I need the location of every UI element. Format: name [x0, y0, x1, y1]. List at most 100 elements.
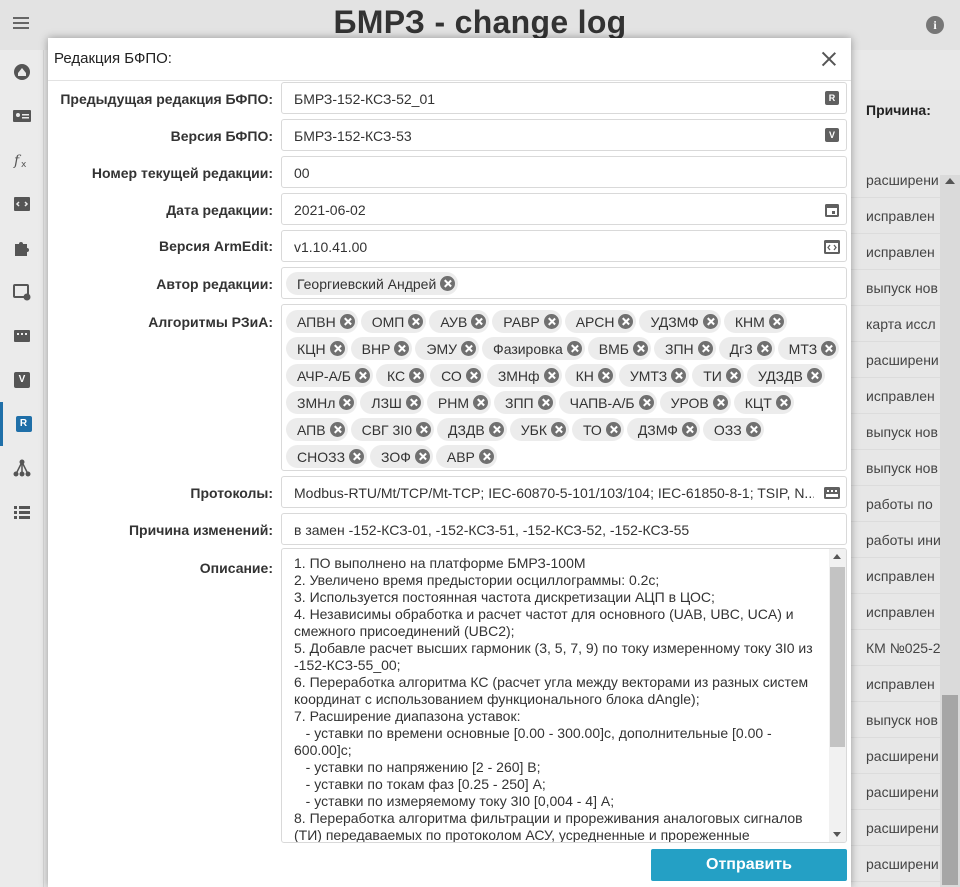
- remove-chip-icon[interactable]: [543, 314, 559, 329]
- version-field[interactable]: БМРЗ-152-КСЗ-53 V: [281, 119, 847, 151]
- remove-chip-icon[interactable]: [339, 395, 355, 410]
- table-row[interactable]: исправлен: [850, 666, 942, 702]
- code-window-icon[interactable]: [823, 239, 841, 255]
- remove-chip-icon[interactable]: [440, 276, 456, 291]
- remove-chip-icon[interactable]: [394, 341, 410, 356]
- remove-chip-icon[interactable]: [405, 395, 421, 410]
- scroll-up-icon[interactable]: [833, 554, 841, 559]
- background-scrollbar[interactable]: [940, 175, 960, 887]
- scroll-up-icon[interactable]: [945, 178, 955, 184]
- remove-chip-icon[interactable]: [566, 341, 582, 356]
- remove-chip-icon[interactable]: [712, 395, 728, 410]
- remove-chip-icon[interactable]: [329, 422, 345, 437]
- remove-chip-icon[interactable]: [473, 395, 489, 410]
- table-row[interactable]: выпуск нов: [850, 414, 942, 450]
- table-row[interactable]: работы ини: [850, 522, 942, 558]
- puzzle-icon[interactable]: [0, 226, 44, 270]
- scroll-down-icon[interactable]: [833, 832, 841, 837]
- chip-label: ДгЗ: [729, 340, 753, 357]
- table-row[interactable]: исправлен: [850, 558, 942, 594]
- algorithms-field[interactable]: АПВН ОМП АУВ РАВР АРСН УДЗМФ КНМ КЦН ВНР ЭМУ Фазир…: [281, 304, 847, 471]
- chip-label: ЗОФ: [381, 448, 411, 465]
- table-row[interactable]: выпуск нов: [850, 270, 942, 306]
- table-row[interactable]: исправлен: [850, 234, 942, 270]
- window-settings-icon[interactable]: [0, 270, 44, 314]
- id-card-icon[interactable]: [0, 94, 44, 138]
- table-row[interactable]: расширени: [850, 846, 942, 882]
- scrollbar-thumb[interactable]: [942, 695, 958, 885]
- revision-icon[interactable]: R: [0, 402, 44, 446]
- device-icon[interactable]: [823, 485, 841, 501]
- remove-chip-icon[interactable]: [329, 341, 345, 356]
- table-row[interactable]: расширени: [850, 162, 942, 198]
- remove-chip-icon[interactable]: [415, 422, 431, 437]
- table-row[interactable]: выпуск нов: [850, 450, 942, 486]
- armedit-version-input[interactable]: v1.10.41.00: [281, 230, 847, 262]
- table-row[interactable]: расширени: [850, 342, 942, 378]
- remove-chip-icon[interactable]: [806, 368, 822, 383]
- remove-chip-icon[interactable]: [488, 422, 504, 437]
- list-icon[interactable]: [0, 490, 44, 534]
- remove-chip-icon[interactable]: [461, 341, 477, 356]
- table-row[interactable]: исправлен: [850, 594, 942, 630]
- remove-chip-icon[interactable]: [471, 314, 487, 329]
- table-row[interactable]: расширени: [850, 774, 942, 810]
- table-row[interactable]: расширени: [850, 738, 942, 774]
- remove-chip-icon[interactable]: [408, 314, 424, 329]
- function-icon[interactable]: fx: [0, 138, 44, 182]
- remove-chip-icon[interactable]: [478, 449, 494, 464]
- remove-chip-icon[interactable]: [414, 449, 430, 464]
- remove-chip-icon[interactable]: [768, 314, 784, 329]
- remove-chip-icon[interactable]: [618, 314, 634, 329]
- remove-chip-icon[interactable]: [638, 395, 654, 410]
- prev-revision-field[interactable]: БМРЗ-152-КСЗ-52_01 R: [281, 82, 847, 114]
- revision-number-input[interactable]: 00: [281, 156, 847, 188]
- remove-chip-icon[interactable]: [349, 449, 365, 464]
- table-row[interactable]: выпуск нов: [850, 702, 942, 738]
- hierarchy-icon[interactable]: [0, 446, 44, 490]
- remove-chip-icon[interactable]: [597, 368, 613, 383]
- remove-chip-icon[interactable]: [745, 422, 761, 437]
- version-icon[interactable]: V: [0, 358, 44, 402]
- remove-chip-icon[interactable]: [543, 368, 559, 383]
- remove-chip-icon[interactable]: [605, 422, 621, 437]
- protocols-field[interactable]: Modbus-RTU/Mt/TCP/Mt-TCP; IEC-60870-5-10…: [281, 476, 847, 508]
- remove-chip-icon[interactable]: [409, 368, 425, 383]
- chip: ВНР: [350, 337, 413, 360]
- description-scrollbar[interactable]: [829, 549, 846, 842]
- column-header-reason: Причина:: [866, 102, 931, 118]
- remove-chip-icon[interactable]: [537, 395, 553, 410]
- remove-chip-icon[interactable]: [697, 341, 713, 356]
- table-row[interactable]: карта иссл: [850, 306, 942, 342]
- home-icon[interactable]: [0, 50, 44, 94]
- table-row[interactable]: работы по: [850, 486, 942, 522]
- description-textarea[interactable]: 1. ПО выполнено на платформе БМРЗ-100М 2…: [281, 548, 847, 843]
- remove-chip-icon[interactable]: [821, 341, 837, 356]
- author-field[interactable]: Георгиевский Андрей: [281, 267, 847, 299]
- revision-date-input[interactable]: 2021-06-02: [281, 193, 847, 225]
- remove-chip-icon[interactable]: [632, 341, 648, 356]
- revision-date-label: Дата редакции:: [166, 202, 273, 218]
- calendar-icon[interactable]: [824, 202, 840, 218]
- remove-chip-icon[interactable]: [551, 422, 566, 437]
- remove-chip-icon[interactable]: [756, 341, 772, 356]
- table-row[interactable]: исправлен: [850, 198, 942, 234]
- remove-chip-icon[interactable]: [702, 314, 718, 329]
- close-icon[interactable]: [820, 50, 838, 68]
- remove-chip-icon[interactable]: [775, 395, 791, 410]
- table-row[interactable]: исправлен: [850, 378, 942, 414]
- description-scrollbar-thumb[interactable]: [830, 567, 845, 747]
- code-window-icon[interactable]: [0, 182, 44, 226]
- remove-chip-icon[interactable]: [671, 368, 687, 383]
- remove-chip-icon[interactable]: [465, 368, 481, 383]
- remove-chip-icon[interactable]: [681, 422, 697, 437]
- submit-button[interactable]: Отправить: [651, 849, 847, 881]
- table-row[interactable]: расширени: [850, 810, 942, 846]
- table-row[interactable]: КМ №025-2: [850, 630, 942, 666]
- info-icon[interactable]: i: [926, 16, 944, 34]
- remove-chip-icon[interactable]: [725, 368, 741, 383]
- device-icon[interactable]: [0, 314, 44, 358]
- remove-chip-icon[interactable]: [339, 314, 355, 329]
- reason-input[interactable]: в замен -152-КСЗ-01, -152-КСЗ-51, -152-К…: [281, 513, 847, 545]
- remove-chip-icon[interactable]: [355, 368, 370, 383]
